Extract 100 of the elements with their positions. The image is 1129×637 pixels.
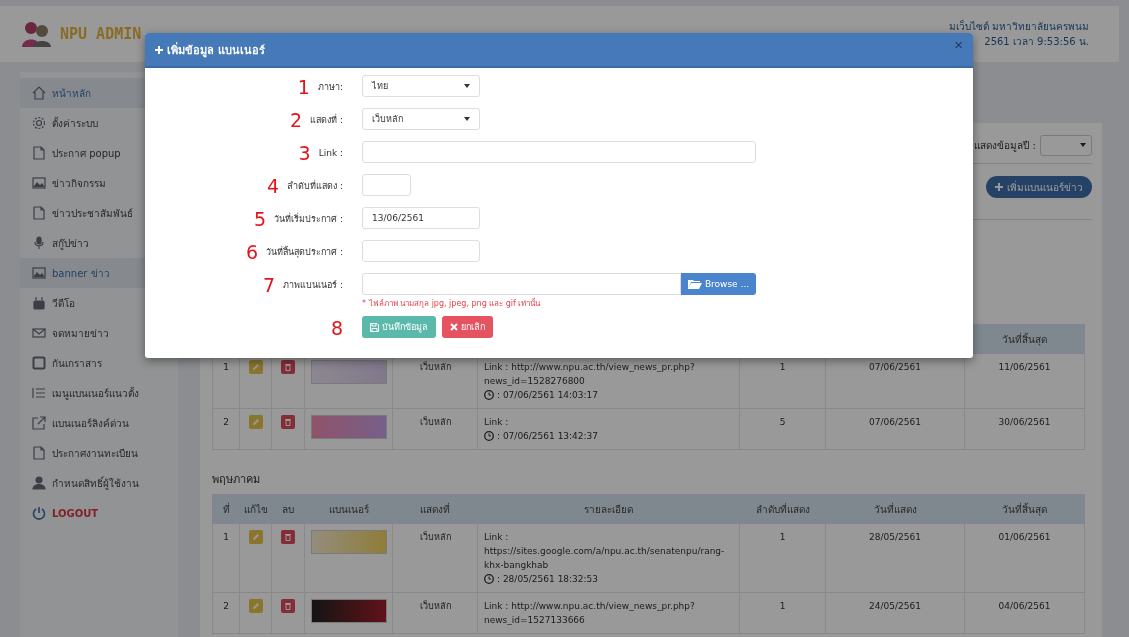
users-logo-icon bbox=[20, 21, 54, 47]
sidebar-item[interactable]: กำหนดสิทธิ์ผู้ใช้งาน bbox=[20, 468, 178, 498]
link-text: Link : http://www.npu.ac.th/view_news_pr.php? news_id=1528276800 bbox=[484, 361, 696, 388]
field-label: ภาพแบนเนอร์ : bbox=[283, 279, 343, 292]
column-header: วันที่สิ้นสุด bbox=[964, 494, 1085, 524]
table-cell: 1 bbox=[739, 523, 826, 593]
year-select[interactable] bbox=[1040, 134, 1092, 156]
dropdown-field[interactable]: เว็บหลัก bbox=[362, 108, 480, 130]
doc-icon bbox=[32, 146, 46, 160]
field-label: วันที่เริ่มประกาศ : bbox=[274, 212, 343, 226]
user-icon bbox=[32, 476, 46, 490]
header-info-text: มเว็บไซต์ มหาวิทยาลัยนครพนม bbox=[948, 19, 1089, 34]
link-text: Link : bbox=[484, 416, 510, 429]
sidebar-item[interactable]: เมนูแบนเนอร์แนวตั้ง bbox=[20, 378, 178, 408]
folder-icon bbox=[687, 279, 702, 289]
column-header: ลำดับที่แสดง bbox=[739, 494, 826, 524]
field-label: Link : bbox=[318, 148, 343, 158]
table-cell: 04/06/2561 bbox=[964, 592, 1085, 634]
sidebar-item[interactable]: ประกาศ popup bbox=[20, 138, 178, 168]
column-header: ที่ bbox=[212, 494, 240, 524]
sidebar-item[interactable]: ข่าวกิจกรรม bbox=[20, 168, 178, 198]
step-number: 2 bbox=[290, 109, 303, 131]
column-header: วันที่แสดง bbox=[825, 494, 965, 524]
edit-button[interactable] bbox=[248, 530, 263, 544]
timestamp-text: : 07/06/2561 14:03:17 bbox=[497, 389, 599, 402]
table-cell: 28/05/2561 bbox=[825, 523, 965, 593]
caret-icon bbox=[464, 84, 470, 88]
sidebar-item[interactable]: ประกาศงานทะเบียน bbox=[20, 438, 178, 468]
timestamp-text: : 07/06/2561 13:42:37 bbox=[497, 430, 599, 443]
delete-button[interactable] bbox=[281, 599, 295, 613]
delete-button[interactable] bbox=[281, 415, 295, 429]
step-number: 8 bbox=[330, 317, 343, 339]
step-number: 1 bbox=[297, 76, 310, 98]
date-field[interactable] bbox=[362, 240, 480, 262]
field-label: วันที่สิ้นสุดประกาศ : bbox=[266, 245, 343, 259]
doc-icon bbox=[32, 206, 46, 220]
table-cell: 07/06/2561 bbox=[825, 408, 965, 450]
sidebar-item[interactable]: สกู๊ปข่าว bbox=[20, 228, 178, 258]
doc-icon bbox=[32, 446, 46, 460]
sidebar-item[interactable]: กันเกราสาร bbox=[20, 348, 178, 378]
step-number: 4 bbox=[267, 175, 280, 197]
close-button[interactable]: × bbox=[950, 36, 967, 53]
table-cell: 2 bbox=[212, 592, 240, 634]
file-path-field[interactable] bbox=[362, 273, 681, 295]
brand-name: NPU ADMIN bbox=[60, 25, 142, 43]
sidebar-item[interactable]: ข่าวประชาสัมพันธ์ bbox=[20, 198, 178, 228]
table-cell: เว็บหลัก bbox=[392, 523, 478, 593]
plus-icon bbox=[155, 45, 163, 54]
trash-icon bbox=[284, 418, 292, 426]
date-field[interactable]: 13/06/2561 bbox=[362, 207, 480, 229]
table-cell: 2 bbox=[212, 408, 240, 450]
pencil-icon bbox=[251, 602, 260, 610]
section-heading: พฤษภาคม bbox=[212, 472, 261, 488]
mail-icon bbox=[32, 326, 46, 340]
sidebar-item[interactable]: วีดีโอ bbox=[20, 288, 178, 318]
edit-button[interactable] bbox=[248, 415, 263, 429]
table-cell: เว็บหลัก bbox=[392, 408, 478, 450]
home-icon bbox=[32, 86, 46, 100]
table-cell: 24/05/2561 bbox=[825, 592, 965, 634]
clock-icon bbox=[484, 574, 494, 584]
add-banner-button[interactable]: เพิ่มแบนเนอร์ข่าว bbox=[986, 176, 1092, 198]
trash-icon bbox=[284, 533, 292, 541]
table-cell: 5 bbox=[739, 408, 826, 450]
input-field[interactable] bbox=[362, 141, 756, 163]
trash-icon bbox=[284, 602, 292, 610]
field-label: ภาษา: bbox=[317, 81, 343, 94]
pencil-icon bbox=[251, 533, 260, 541]
field-label: ลำดับที่แสดง : bbox=[287, 179, 343, 193]
delete-button[interactable] bbox=[281, 360, 295, 374]
sidebar-item[interactable]: ตั้งค่าระบบ bbox=[20, 108, 178, 138]
sidebar-item[interactable]: จดหมายข่าว bbox=[20, 318, 178, 348]
link-text: Link : http://www.npu.ac.th/view_news_pr.php? news_id=1527133666 bbox=[484, 600, 696, 627]
input-field[interactable] bbox=[362, 174, 411, 196]
sidebar-item[interactable]: แบนเนอร์ลิงค์ด่วน bbox=[20, 408, 178, 438]
square-icon bbox=[32, 356, 46, 370]
column-header: รายละเอียด bbox=[477, 494, 740, 524]
edit-button[interactable] bbox=[248, 599, 263, 613]
step-number: 6 bbox=[246, 241, 259, 263]
dropdown-field[interactable]: ไทย bbox=[362, 75, 480, 97]
header-info-text: 2561 เวลา 9:53:56 น. bbox=[984, 35, 1089, 49]
sidebar-item[interactable]: LOGOUT bbox=[20, 498, 178, 528]
edit-button[interactable] bbox=[248, 360, 263, 374]
img-icon bbox=[32, 266, 46, 280]
delete-button[interactable] bbox=[281, 530, 295, 544]
table-cell: 01/06/2561 bbox=[964, 523, 1085, 593]
step-number: 7 bbox=[263, 274, 276, 296]
pencil-icon bbox=[251, 418, 260, 426]
close-icon bbox=[450, 323, 458, 331]
column-header: ลบ bbox=[271, 494, 305, 524]
year-filter-label: แสดงข้อมูลปี : bbox=[974, 138, 1036, 153]
cancel-button[interactable]: ยกเลิก bbox=[442, 316, 493, 338]
table-cell: 1 bbox=[212, 523, 240, 593]
browse-button[interactable]: Browse ... bbox=[681, 273, 756, 295]
table-cell: เว็บหลัก bbox=[392, 592, 478, 634]
table-cell: 1 bbox=[739, 592, 826, 634]
dialog-title: เพิ่มข้อมูล แบนเนอร์ bbox=[167, 41, 265, 59]
pencil-icon bbox=[251, 363, 260, 371]
table-cell: 30/06/2561 bbox=[964, 408, 1085, 450]
img-icon bbox=[32, 176, 46, 190]
clock-icon bbox=[484, 431, 494, 441]
